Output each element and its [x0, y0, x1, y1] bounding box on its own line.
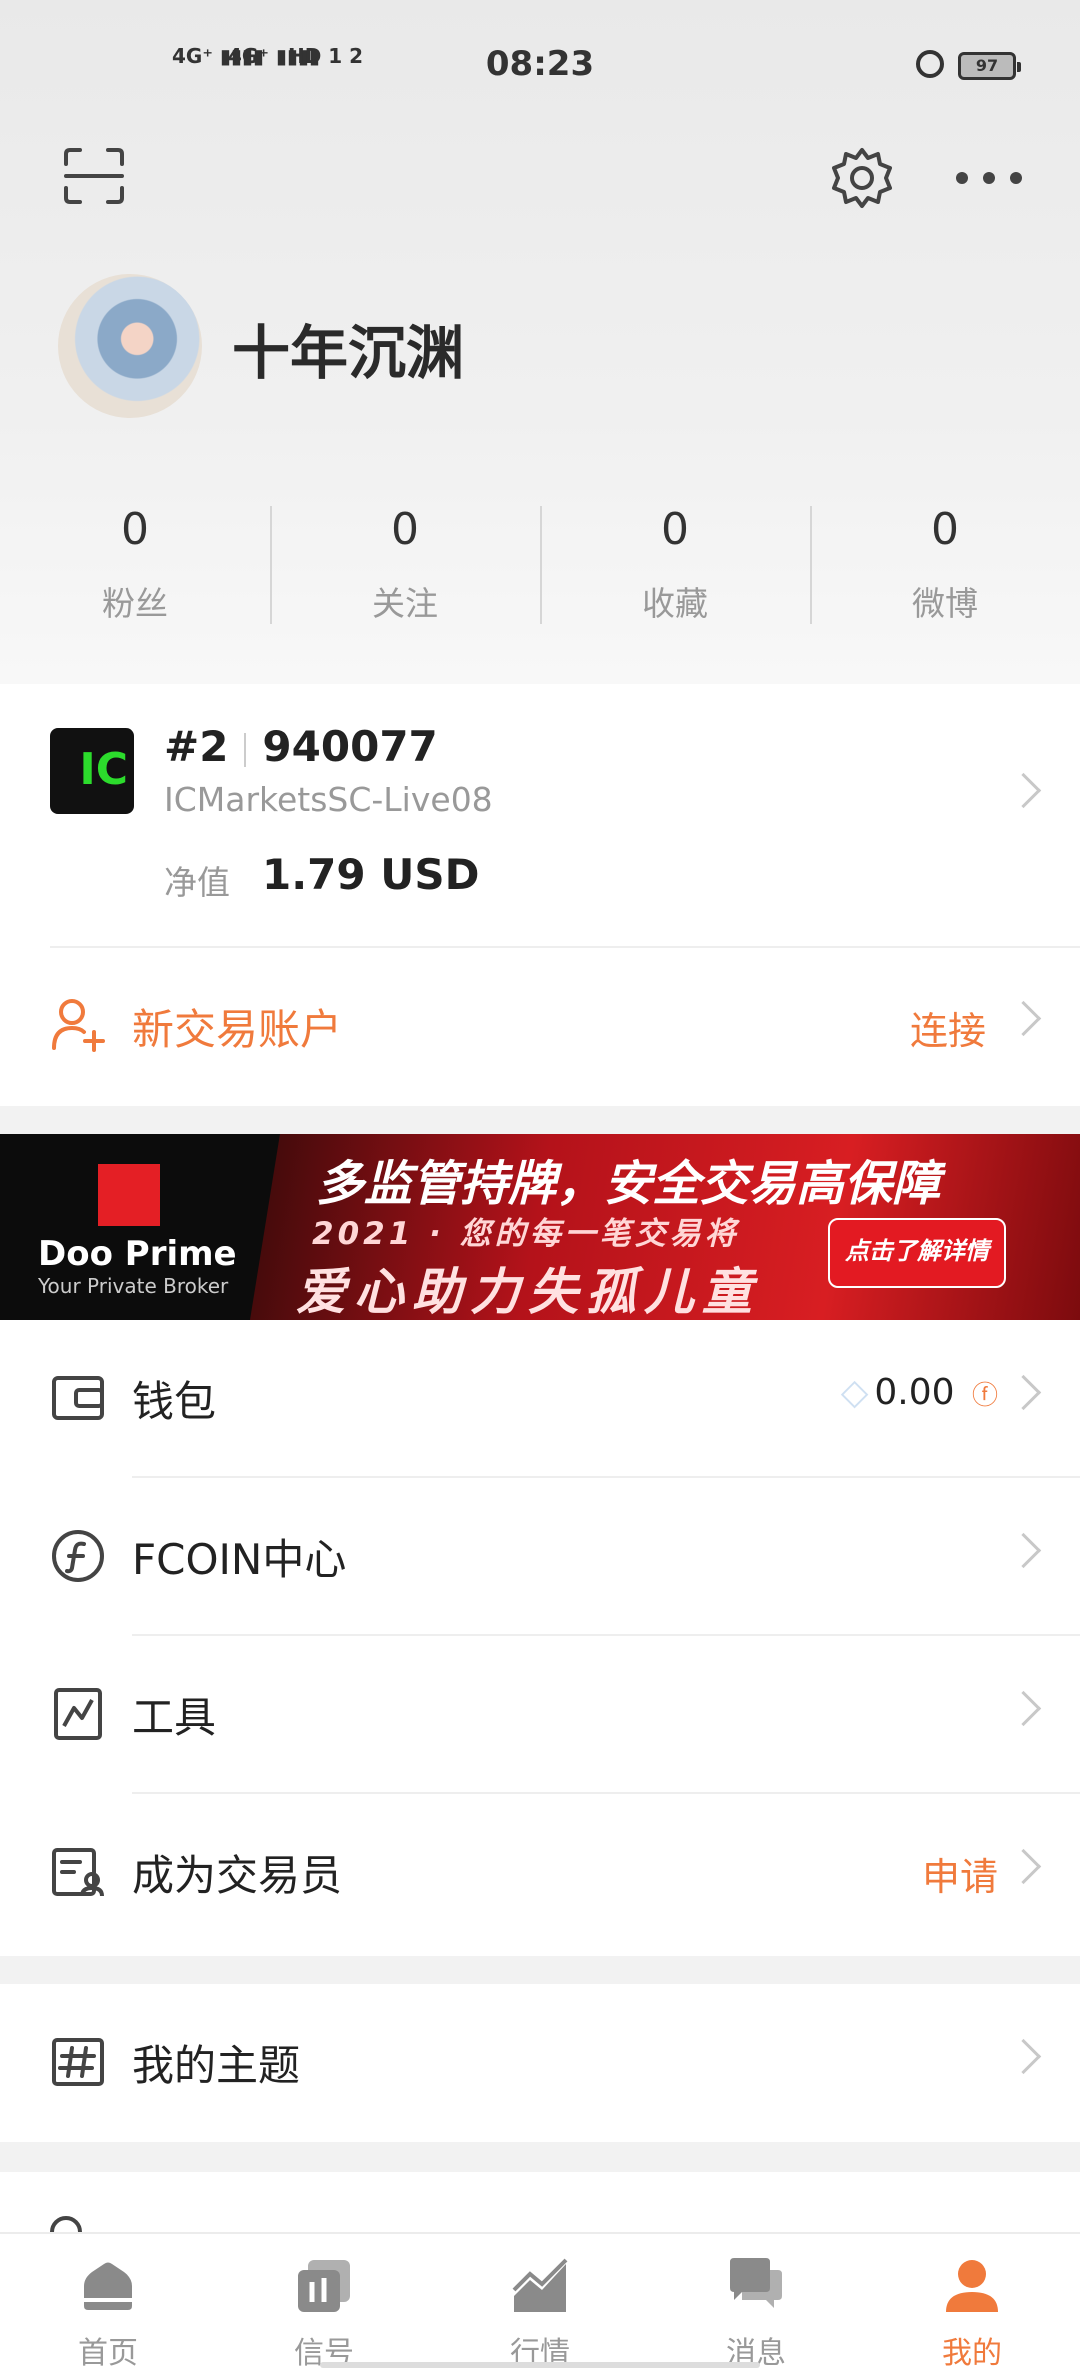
account-index: #2 — [164, 722, 229, 771]
account-server: ICMarketsSC-Live08 — [164, 780, 493, 819]
profile-stats: 0 粉丝 0 关注 0 收藏 0 微博 — [0, 500, 1080, 630]
home-indicator[interactable] — [320, 2362, 760, 2368]
menu-item-my-theme[interactable]: 我的主题 — [0, 1984, 1080, 2142]
wallet-balance-value: 0.00 — [874, 1372, 955, 1413]
message-icon — [730, 2258, 782, 2308]
battery-indicator: 97 — [958, 52, 1021, 80]
menu-item-partial[interactable] — [0, 2172, 1080, 2232]
new-account-row[interactable]: 新交易账户 连接 — [0, 946, 1080, 1106]
menu-item-wallet[interactable]: 钱包 ◇ 0.00 ⓕ — [0, 1320, 1080, 1478]
menu-list: 钱包 ◇ 0.00 ⓕ FCOIN中心 工具 成为交易员 申请 — [0, 1320, 1080, 1956]
banner-subline: 2021 · 您的每一笔交易将 — [312, 1216, 740, 1252]
equity-value: 1.79 USD — [262, 850, 480, 899]
fcoin-small-icon: ⓕ — [971, 1381, 998, 1411]
market-icon — [512, 2258, 568, 2312]
account-summary[interactable]: IC #2 940077 ICMarketsSC-Live08 净值 1.79 U… — [0, 684, 1080, 946]
connect-label: 连接 — [909, 1009, 986, 1053]
more-icon[interactable] — [954, 170, 1024, 186]
add-user-icon — [52, 999, 105, 1052]
tools-icon — [54, 1688, 102, 1740]
account-separator — [244, 732, 247, 767]
diamond-icon: ◇ — [840, 1372, 869, 1413]
stat-weibo[interactable]: 0 微博 — [810, 500, 1080, 630]
broker-logo: IC — [50, 728, 134, 814]
signal-icon — [298, 2260, 350, 2312]
fcoin-icon — [52, 1530, 104, 1582]
ad-banner[interactable]: Doo Prime Your Private Broker 多监管持牌，安全交易… — [0, 1134, 1080, 1320]
menu-item-become-trader[interactable]: 成为交易员 申请 — [0, 1794, 1080, 1952]
stat-following[interactable]: 0 关注 — [270, 500, 540, 630]
account-id: 940077 — [262, 722, 438, 771]
stat-label: 关注 — [372, 584, 438, 623]
status-bar: 4G⁺ ▮▮▮▮ 4G⁺ ▮▮▮▮ HD 1 2 08:23 97 — [0, 0, 1080, 130]
tab-signal[interactable]: 信号 — [216, 2234, 432, 2378]
home-icon — [84, 2262, 132, 2310]
alarm-icon — [916, 50, 944, 78]
stat-value: 0 — [931, 504, 959, 555]
settings-icon[interactable] — [830, 146, 894, 210]
banner-cta-button[interactable]: 点击了解详情 — [828, 1218, 1006, 1288]
menu-item-label: 钱包 — [132, 1377, 217, 1426]
wallet-icon — [52, 1376, 104, 1420]
avatar[interactable] — [58, 274, 202, 418]
stat-label: 微博 — [912, 584, 978, 623]
menu-item-tools[interactable]: 工具 — [0, 1636, 1080, 1794]
stat-value: 0 — [121, 504, 149, 555]
stat-value: 0 — [661, 504, 689, 555]
menu-item-fcoin[interactable]: FCOIN中心 — [0, 1478, 1080, 1636]
stat-value: 0 — [391, 504, 419, 555]
new-account-label: 新交易账户 — [132, 1005, 343, 1054]
profile-icon — [946, 2260, 998, 2312]
tab-home[interactable]: 首页 — [0, 2234, 216, 2378]
scan-icon[interactable] — [62, 146, 126, 206]
chevron-right-icon — [1005, 1690, 1042, 1727]
menu-item-label: FCOIN中心 — [132, 1535, 347, 1584]
doo-prime-logo — [98, 1164, 160, 1226]
banner-brand: Doo Prime — [38, 1234, 237, 1274]
profile-header: 4G⁺ ▮▮▮▮ 4G⁺ ▮▮▮▮ HD 1 2 08:23 97 十年沉渊 0… — [0, 0, 1080, 684]
chevron-right-icon — [1005, 1848, 1042, 1885]
partial-icon — [50, 2216, 82, 2232]
tab-label: 我的 — [942, 2336, 1002, 2371]
chevron-right-icon — [1005, 772, 1042, 809]
chevron-right-icon — [1005, 1000, 1042, 1037]
banner-slogan: 爱心助力失孤儿童 — [296, 1263, 760, 1320]
stat-label: 收藏 — [642, 584, 708, 623]
tab-profile[interactable]: 我的 — [864, 2234, 1080, 2378]
equity-label: 净值 — [164, 863, 230, 902]
banner-headline: 多监管持牌，安全交易高保障 — [316, 1156, 941, 1212]
wallet-balance: ◇ 0.00 ⓕ — [841, 1372, 998, 1413]
account-number: #2 940077 — [164, 722, 438, 771]
stat-favorites[interactable]: 0 收藏 — [540, 500, 810, 630]
bottom-tab-bar: 首页 信号 行情 消息 我的 — [0, 2232, 1080, 2378]
chevron-right-icon — [1005, 1532, 1042, 1569]
menu-item-label: 工具 — [132, 1693, 217, 1742]
stat-followers[interactable]: 0 粉丝 — [0, 500, 270, 630]
hashtag-icon — [52, 2038, 104, 2086]
chevron-right-icon — [1005, 1374, 1042, 1411]
stat-label: 粉丝 — [102, 584, 168, 623]
apply-label: 申请 — [921, 1855, 998, 1899]
menu-item-label: 我的主题 — [132, 2041, 301, 2090]
tab-label: 首页 — [78, 2336, 138, 2371]
tab-market[interactable]: 行情 — [432, 2234, 648, 2378]
trading-account-card: IC #2 940077 ICMarketsSC-Live08 净值 1.79 U… — [0, 684, 1080, 1106]
chevron-right-icon — [1005, 2038, 1042, 2075]
username[interactable]: 十年沉渊 — [232, 306, 464, 390]
menu-item-label: 成为交易员 — [132, 1851, 343, 1900]
tab-messages[interactable]: 消息 — [648, 2234, 864, 2378]
trader-icon — [52, 1848, 104, 1897]
banner-tagline: Your Private Broker — [38, 1274, 229, 1298]
